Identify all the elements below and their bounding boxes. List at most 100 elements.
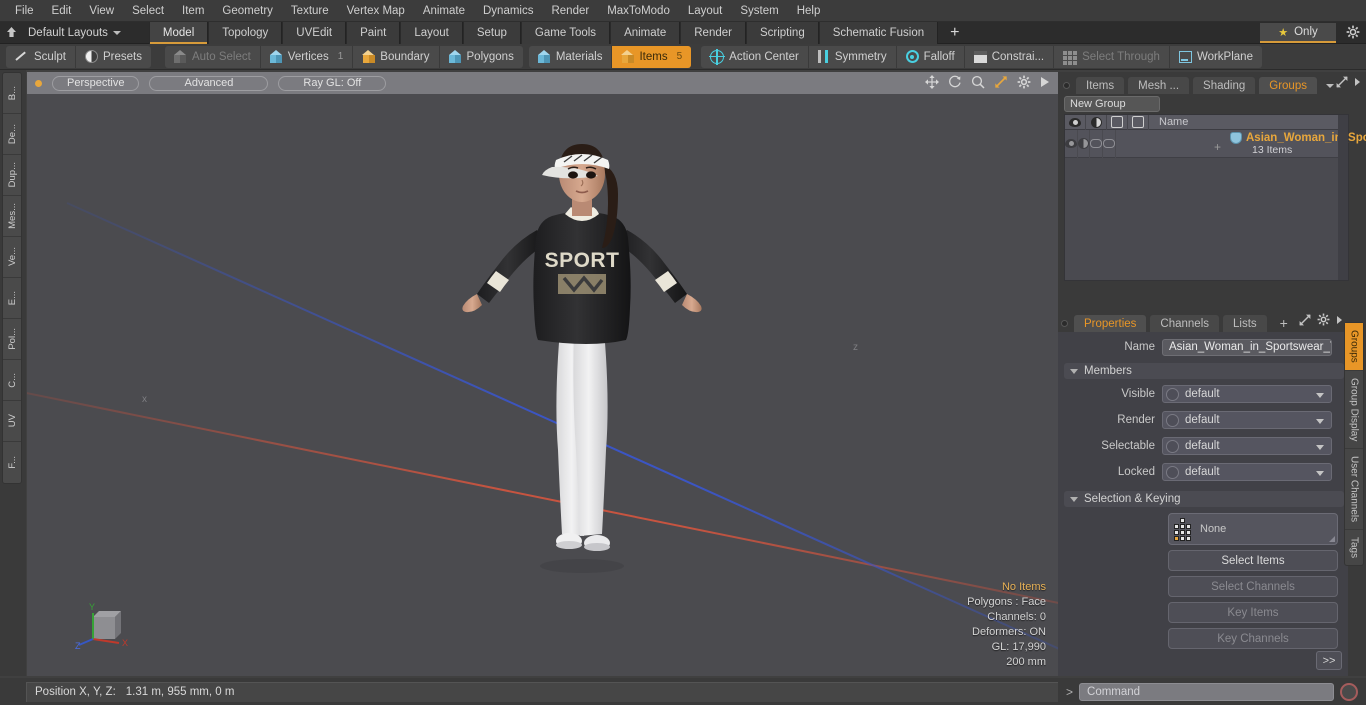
play-icon[interactable] <box>1040 76 1050 91</box>
vertical-tab-tags[interactable]: Tags <box>1345 530 1363 565</box>
layout-tab-scripting[interactable]: Scripting <box>745 21 819 44</box>
menu-item-help[interactable]: Help <box>788 1 830 21</box>
gear-icon[interactable] <box>1346 25 1360 42</box>
group-list[interactable]: Name + Asian_Woman_in_Sports... 13 Items <box>1064 114 1366 281</box>
layout-tab-render[interactable]: Render <box>680 21 746 44</box>
vertical-tab-user-channels[interactable]: User Channels <box>1345 449 1363 531</box>
row-render-toggle[interactable] <box>1078 129 1090 158</box>
dropdown-knob-icon[interactable] <box>1166 413 1179 427</box>
menu-item-geometry[interactable]: Geometry <box>213 1 282 21</box>
group-list-scrollbar[interactable] <box>1338 115 1348 280</box>
axis-gizmo[interactable]: X Y Z <box>75 599 137 654</box>
tool-vertices-button[interactable]: Vertices 1 <box>261 45 354 68</box>
row-select-toggle[interactable] <box>1090 129 1103 158</box>
expand-icon[interactable] <box>1336 76 1348 91</box>
left-tool-tab-3[interactable]: Mes... <box>3 196 21 237</box>
tool-symmetry-button[interactable]: Symmetry <box>809 45 897 68</box>
group-row-content[interactable]: + Asian_Woman_in_Sports... 13 Items <box>1116 131 1366 156</box>
tool-items-button[interactable]: Items 5 <box>612 45 692 68</box>
chevron-right-icon[interactable] <box>1336 315 1344 328</box>
rotate-icon[interactable] <box>948 75 962 92</box>
tool-constrai--button[interactable]: Constrai... <box>965 45 1055 68</box>
selection-set-field[interactable]: None <box>1168 513 1338 545</box>
layout-tab-uvedit[interactable]: UVEdit <box>282 21 347 44</box>
left-tool-tab-5[interactable]: E... <box>3 278 21 319</box>
menu-item-texture[interactable]: Texture <box>282 1 338 21</box>
dropdown-knob-icon[interactable] <box>1166 387 1179 401</box>
viewport-projection-selector[interactable]: Perspective <box>52 75 140 91</box>
right-tab-groups[interactable]: Groups <box>1258 76 1318 94</box>
tool-auto-select-button[interactable]: Auto Select <box>165 45 261 68</box>
command-input[interactable]: Command <box>1079 682 1334 701</box>
add-layout-tab-button[interactable]: + <box>938 22 971 44</box>
menu-item-render[interactable]: Render <box>542 1 598 21</box>
left-tool-tab-7[interactable]: C... <box>3 360 21 401</box>
gear-icon[interactable] <box>1317 313 1330 329</box>
row-visible-toggle[interactable] <box>1065 129 1078 158</box>
viewport-canvas[interactable]: z x SPORT No Items Polygons: Face Chann… <box>27 94 1058 676</box>
character-model[interactable]: SPORT <box>452 134 712 574</box>
left-tool-tab-9[interactable]: F... <box>3 442 21 483</box>
menu-item-system[interactable]: System <box>731 1 787 21</box>
layout-tab-layout[interactable]: Layout <box>400 21 463 44</box>
right-tab-mesh-[interactable]: Mesh ... <box>1127 76 1191 94</box>
row-lock-toggle[interactable] <box>1103 129 1116 158</box>
right-tab-shading[interactable]: Shading <box>1192 76 1257 94</box>
fit-icon[interactable] <box>994 75 1008 92</box>
expand-icon[interactable] <box>1299 314 1311 329</box>
zoom-icon[interactable] <box>971 75 985 92</box>
viewport-shading-selector[interactable]: Advanced <box>149 75 269 91</box>
menu-item-file[interactable]: File <box>6 1 43 21</box>
name-field[interactable]: Asian_Woman_in_Sportswear_T_ <box>1162 338 1332 356</box>
left-tool-tab-0[interactable]: B... <box>3 73 21 114</box>
tool-materials-button[interactable]: Materials <box>529 45 613 68</box>
layout-tab-game-tools[interactable]: Game Tools <box>520 21 611 44</box>
move-icon[interactable] <box>925 75 939 92</box>
menu-item-dynamics[interactable]: Dynamics <box>474 1 542 21</box>
left-tool-tab-4[interactable]: Ve... <box>3 237 21 278</box>
properties-tab-+[interactable]: + <box>1270 314 1298 332</box>
chevron-down-icon[interactable] <box>1325 84 1334 88</box>
members-section-header[interactable]: Members <box>1064 363 1344 379</box>
layout-tab-setup[interactable]: Setup <box>462 21 521 44</box>
left-tool-tab-2[interactable]: Dup... <box>3 155 21 196</box>
menu-item-layout[interactable]: Layout <box>679 1 732 21</box>
tool-boundary-button[interactable]: Boundary <box>353 45 440 68</box>
tool-sculpt-button[interactable]: Sculpt <box>6 45 76 68</box>
right-tab-items[interactable]: Items <box>1075 76 1126 94</box>
render-dropdown[interactable]: default <box>1162 411 1332 429</box>
left-tool-tab-8[interactable]: UV <box>3 401 21 442</box>
locked-dropdown[interactable]: default <box>1162 463 1332 481</box>
visible-dropdown[interactable]: default <box>1162 385 1332 403</box>
layout-selector[interactable]: Default Layouts <box>22 27 131 39</box>
vertical-tab-group-display[interactable]: Group Display <box>1345 371 1363 450</box>
tool-presets-button[interactable]: Presets <box>76 46 151 68</box>
left-tool-tab-1[interactable]: De... <box>3 114 21 155</box>
tool-falloff-button[interactable]: Falloff <box>897 45 965 68</box>
tool-workplane-button[interactable]: WorkPlane <box>1170 46 1262 68</box>
selectable-dropdown[interactable]: default <box>1162 437 1332 455</box>
menu-item-select[interactable]: Select <box>123 1 173 21</box>
home-icon[interactable] <box>0 23 22 43</box>
dropdown-knob-icon[interactable] <box>1166 465 1179 479</box>
dropdown-knob-icon[interactable] <box>1166 439 1179 453</box>
tool-select-through-button[interactable]: Select Through <box>1054 45 1170 68</box>
select-items-button[interactable]: Select Items <box>1168 550 1338 571</box>
menu-item-view[interactable]: View <box>80 1 123 21</box>
layout-tab-animate[interactable]: Animate <box>610 21 681 44</box>
new-group-button[interactable]: New Group <box>1064 96 1160 112</box>
layout-tab-model[interactable]: Model <box>148 21 209 44</box>
menu-item-animate[interactable]: Animate <box>414 1 474 21</box>
properties-tab-channels[interactable]: Channels <box>1149 314 1221 332</box>
viewport-raygl-toggle[interactable]: Ray GL: Off <box>278 75 387 91</box>
3d-viewport[interactable]: Perspective Advanced Ray GL: Off z x SPO… <box>27 72 1058 676</box>
tool-polygons-button[interactable]: Polygons <box>440 46 523 68</box>
properties-tab-properties[interactable]: Properties <box>1073 314 1148 332</box>
vertical-tab-groups[interactable]: Groups <box>1345 323 1363 371</box>
gear-icon[interactable] <box>1017 75 1031 92</box>
expander-icon[interactable]: + <box>1214 140 1221 154</box>
only-button[interactable]: ★ Only <box>1260 23 1336 43</box>
layout-tab-paint[interactable]: Paint <box>346 21 401 44</box>
layout-tab-topology[interactable]: Topology <box>208 21 283 44</box>
record-icon[interactable] <box>1340 682 1358 701</box>
